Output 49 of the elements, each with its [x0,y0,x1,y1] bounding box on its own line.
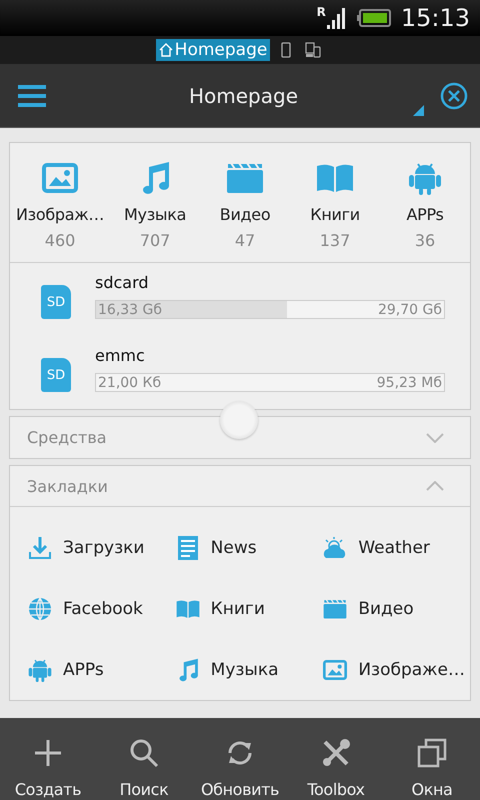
bookmark-item[interactable]: News [174,517,322,578]
bookmark-item[interactable]: Музыка [174,639,322,700]
battery-icon [356,9,391,27]
picture-frame-icon [42,160,78,196]
plus-icon [33,738,63,768]
bookmark-item[interactable]: Книги [174,578,322,639]
total-space: 29,70 Gб [378,302,442,318]
sd-card-icon: SD [41,358,71,392]
bookmark-item[interactable]: Facebook [27,578,175,639]
toolbar-button[interactable]: Toolbox [288,718,384,800]
house-icon [158,43,173,57]
bookmark-item[interactable]: APPs [27,639,175,700]
toolbar-button[interactable]: Создать [0,718,96,800]
search-icon [129,738,159,768]
wrench-screwdriver-icon [321,738,351,768]
category-shortcut[interactable]: Музыка 707 [110,143,200,262]
bookmark-item[interactable]: Изображе… [322,639,470,700]
used-space: 16,33 Gб [98,302,162,318]
bookmark-item[interactable]: Weather [322,517,470,578]
close-button[interactable] [440,82,468,110]
sd-card-icon: SD [41,285,71,319]
storage-name[interactable]: sdcard [95,273,445,292]
category-shortcut[interactable]: Изображ… 460 [10,143,110,262]
menu-button[interactable] [18,84,46,106]
homepage-tab[interactable]: Homepage [156,39,270,61]
category-shortcut[interactable]: Видео 47 [200,143,290,262]
category-shortcut[interactable]: APPs 36 [380,143,470,262]
android-robot-icon [27,658,53,682]
download-icon [27,536,53,560]
storage-name[interactable]: emmc [95,346,445,365]
phone-icon [281,42,292,58]
toolbar-button[interactable]: Окна [384,718,480,800]
picture-frame-icon [322,658,348,682]
globe-icon [27,596,53,620]
category-shortcut[interactable]: Книги 137 [290,143,380,262]
dropdown-corner-icon[interactable] [413,105,424,116]
used-space: 21,00 Кб [98,374,162,390]
bookmark-item[interactable]: Видео [322,578,470,639]
roaming-indicator: R [316,5,326,19]
signal-icon [326,7,347,29]
windows-icon [417,738,447,768]
toolbar-button[interactable]: Поиск [96,718,192,800]
total-space: 95,23 Мб [376,374,442,390]
toolbar-button[interactable]: Обновить [192,718,288,800]
bookmark-item[interactable]: Загрузки [27,517,175,578]
devices-icon [305,42,322,58]
window-title: Homepage [188,84,299,108]
loading-spinner [220,401,258,439]
clock: 15:13 [400,4,470,32]
